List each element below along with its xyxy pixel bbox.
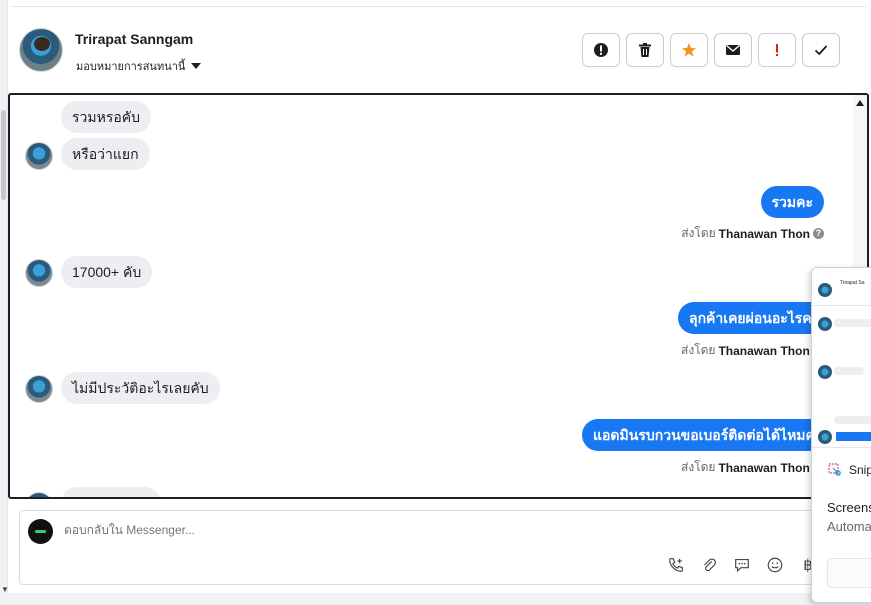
sent-by-prefix: ส่งโดย: [681, 460, 716, 474]
contact-name[interactable]: Trirapat Sanngam: [75, 31, 193, 47]
thumbnail-message: [834, 367, 864, 375]
snip-notification-panel[interactable]: Trirapat Sa Snip Screens Automa: [811, 267, 871, 603]
mark-spam-button[interactable]: [582, 33, 620, 67]
assign-conversation-dropdown[interactable]: มอบหมายการสนทนานี้: [76, 57, 202, 75]
thumbnail-message: [834, 319, 871, 327]
message-thread[interactable]: รวมหรอคับ หรือว่าแยก รวมคะ ส่งโดย Thanaw…: [8, 93, 869, 499]
emoji-icon[interactable]: [765, 555, 785, 575]
sent-by-label: ส่งโดย Thanawan Thon: [681, 458, 810, 477]
exclamation-icon: [776, 44, 778, 56]
message-outgoing[interactable]: ลุกค้าเคยผ่อนอะไรคะ: [678, 302, 831, 334]
star-button[interactable]: [670, 33, 708, 67]
thumbnail-message: [834, 416, 871, 424]
thumbnail-divider: [812, 305, 871, 306]
notification-title: Screens: [827, 500, 871, 515]
check-icon: [814, 45, 828, 56]
message-outgoing[interactable]: รวมคะ: [760, 186, 824, 218]
thumbnail-title: Trirapat Sa: [840, 280, 865, 286]
mark-unread-button[interactable]: [714, 33, 752, 67]
mark-done-button[interactable]: [802, 33, 840, 67]
contact-avatar[interactable]: [19, 28, 63, 72]
scroll-up-arrow-icon[interactable]: [856, 100, 864, 106]
snip-app-label: Snip: [849, 463, 871, 477]
help-icon[interactable]: ?: [813, 228, 824, 239]
sender-avatar: [25, 492, 53, 497]
sender-name[interactable]: Thanawan Thon: [718, 344, 809, 358]
sender-name[interactable]: Thanawan Thon: [718, 461, 809, 475]
thumbnail-avatar: [818, 365, 832, 379]
sender-name[interactable]: Thanawan Thon: [719, 227, 810, 241]
bottom-scrollbar[interactable]: [0, 593, 871, 605]
action-toolbar: [582, 33, 840, 67]
sent-by-label: ส่งโดย Thanawan Thon ?: [681, 224, 824, 243]
sent-by-prefix: ส่งโดย: [681, 226, 716, 240]
left-scrollbar[interactable]: [0, 0, 8, 605]
envelope-icon: [726, 44, 740, 55]
reply-toolbar: ฿: [666, 555, 818, 575]
messenger-inbox-page: Trirapat Sanngam มอบหมายการสนทนานี้ รวมห…: [0, 0, 871, 605]
paperclip-icon[interactable]: [699, 555, 719, 575]
screenshot-thumbnail[interactable]: Trirapat Sa: [812, 268, 871, 448]
scissors-icon: [828, 463, 842, 477]
sender-avatar: [25, 142, 53, 170]
star-icon: [682, 43, 696, 57]
chat-bubble-icon[interactable]: [732, 555, 752, 575]
assign-label: มอบหมายการสนทนานี้: [76, 61, 186, 73]
sent-by-label: ส่งโดย Thanawan Thon: [681, 341, 810, 360]
conversation-header: Trirapat Sanngam มอบหมายการสนทนานี้: [10, 6, 867, 86]
trash-icon: [639, 43, 651, 57]
phone-add-icon[interactable]: [666, 555, 686, 575]
thumbnail-avatar: [818, 283, 832, 297]
reply-composer: ฿: [19, 510, 859, 585]
message-outgoing[interactable]: แอดมินรบกวนขอเบอร์ติดต่อได้ไหมคะ: [582, 419, 834, 451]
reply-input[interactable]: [64, 523, 664, 537]
sent-by-prefix: ส่งโดย: [681, 343, 716, 357]
thumbnail-avatar: [818, 317, 832, 331]
sender-avatar: [25, 259, 53, 287]
page-avatar: [28, 519, 53, 544]
message-incoming[interactable]: 17000+ คับ: [61, 256, 153, 288]
notification-action-button[interactable]: [827, 558, 871, 588]
delete-button[interactable]: [626, 33, 664, 67]
follow-up-button[interactable]: [758, 33, 796, 67]
scroll-down-arrow-icon[interactable]: ▼: [1, 585, 9, 594]
notification-body: Automa: [827, 519, 871, 534]
snip-app-row: Snip: [828, 463, 871, 477]
scrollbar-thumb[interactable]: [1, 110, 6, 200]
message-incoming-partial[interactable]: [61, 487, 161, 497]
alert-circle-icon: [594, 43, 608, 57]
thumbnail-selected-text: [836, 432, 871, 441]
thumbnail-avatar: [818, 430, 832, 444]
message-incoming[interactable]: หรือว่าแยก: [61, 138, 150, 170]
message-incoming[interactable]: ไม่มีประวัติอะไรเลยคับ: [61, 372, 220, 404]
sender-avatar: [25, 375, 53, 403]
caret-down-icon: [191, 63, 202, 69]
message-incoming[interactable]: รวมหรอคับ: [61, 101, 152, 133]
